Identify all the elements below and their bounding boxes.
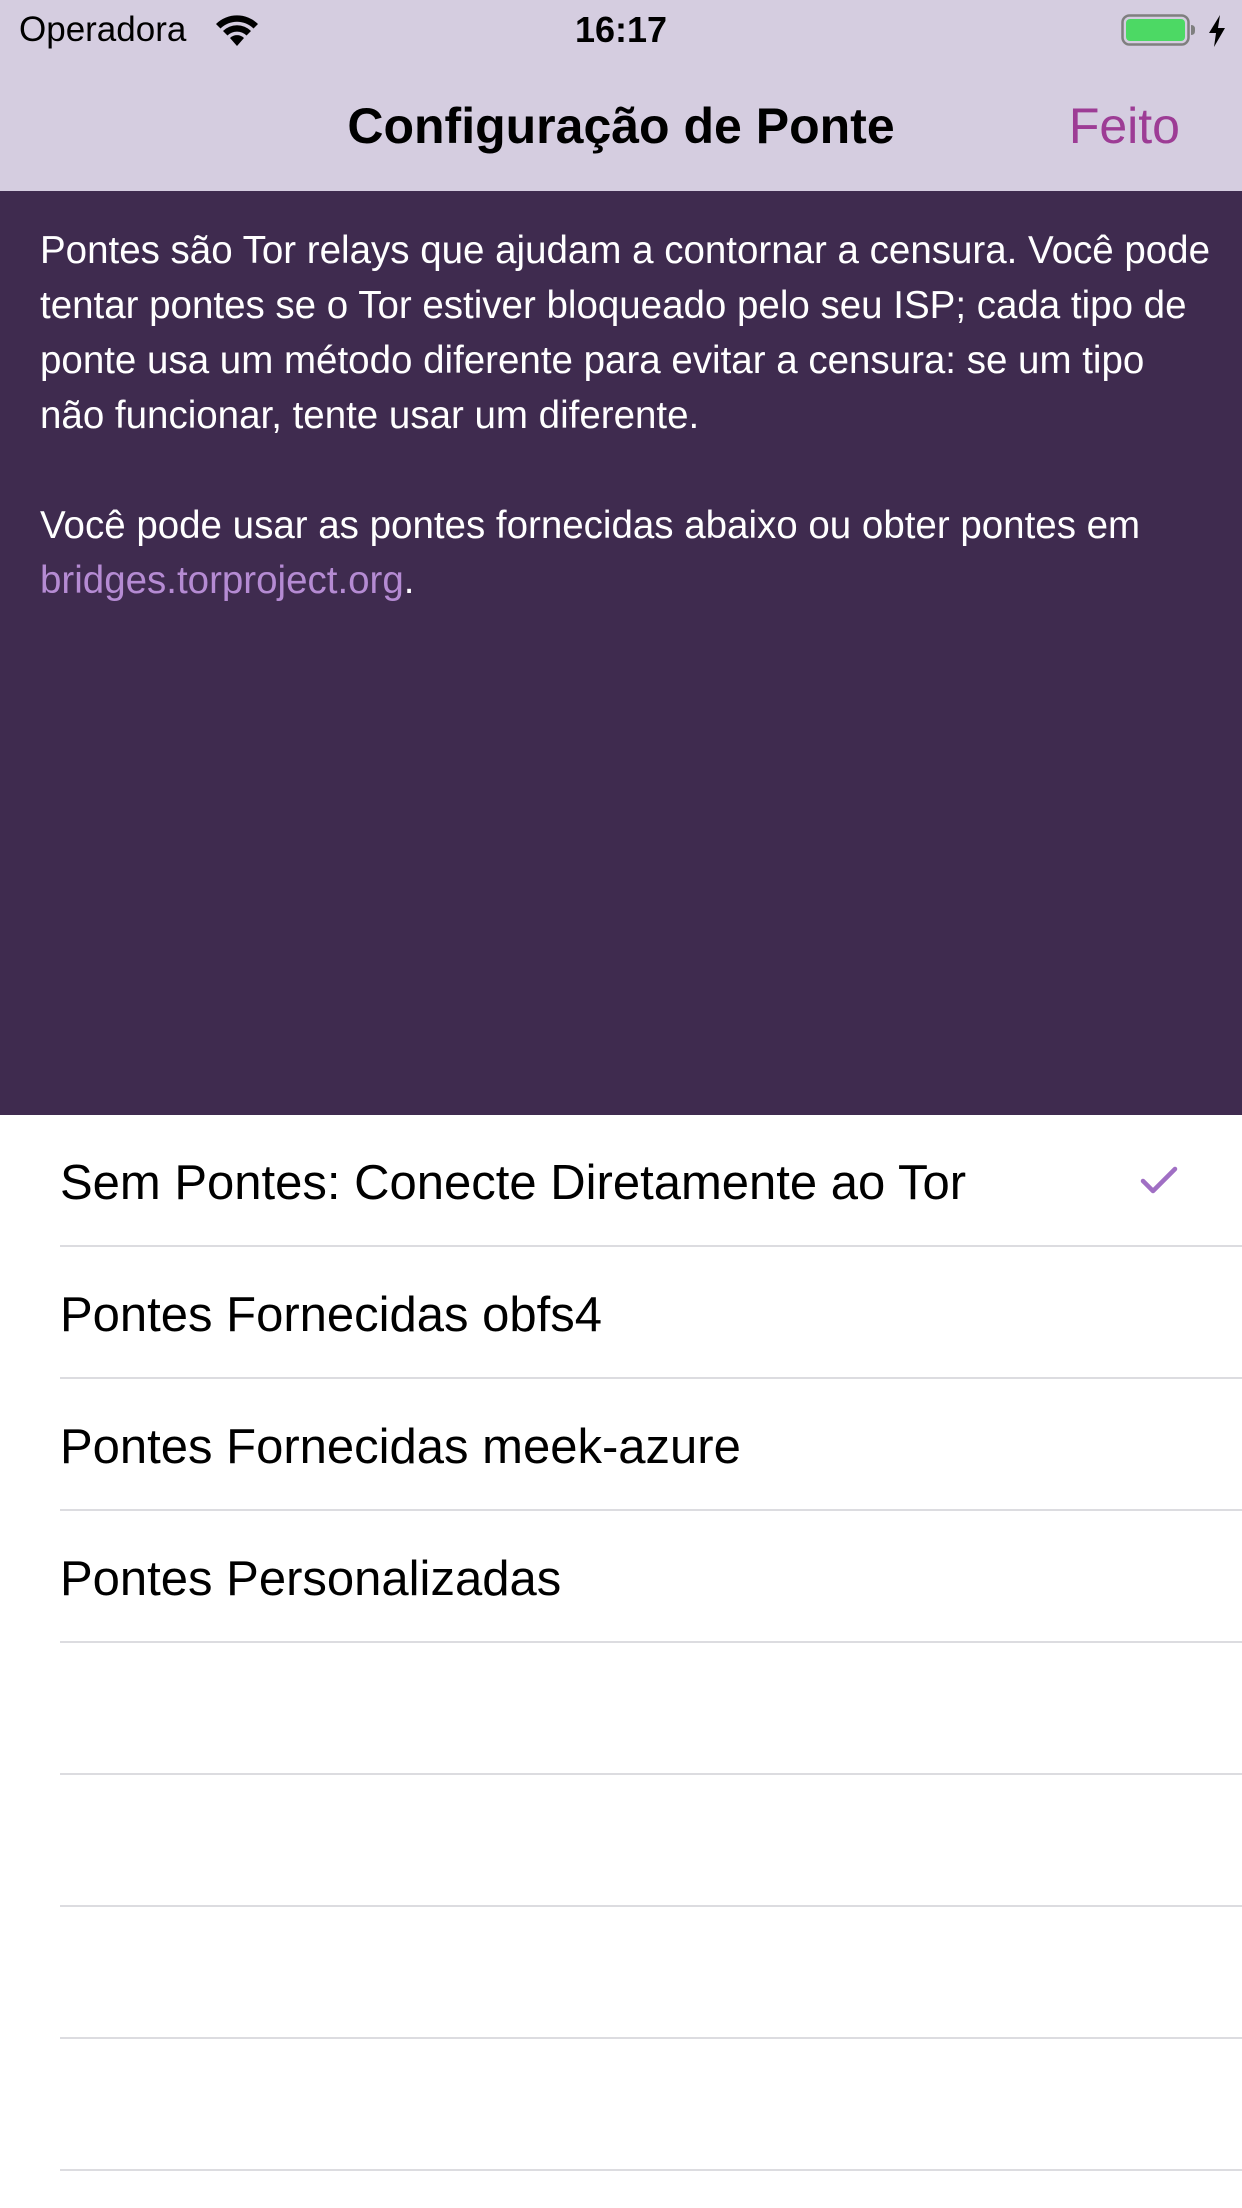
bridge-option-obfs4[interactable]: Pontes Fornecidas obfs4 [0, 1247, 1242, 1379]
done-button[interactable]: Feito [1069, 96, 1180, 156]
empty-row [0, 1907, 1242, 2039]
battery-icon [1121, 14, 1195, 46]
bridge-options-list: Sem Pontes: Conecte Diretamente ao Tor P… [0, 1115, 1242, 2171]
info-paragraph-suffix: . [403, 559, 415, 602]
status-bar: Operadora 16:17 [0, 0, 1242, 60]
bridge-option-no-bridges[interactable]: Sem Pontes: Conecte Diretamente ao Tor [0, 1115, 1242, 1247]
info-paragraph: Pontes são Tor relays que ajudam a conto… [40, 229, 1211, 437]
bridge-option-meek-azure[interactable]: Pontes Fornecidas meek-azure [0, 1379, 1242, 1511]
bridge-option-label: Pontes Fornecidas meek-azure [60, 1420, 741, 1474]
bridge-info-panel: Pontes são Tor relays que ajudam a conto… [0, 191, 1242, 1115]
page-title: Configuração de Ponte [347, 98, 895, 154]
checkmark-icon [1140, 1166, 1178, 1194]
torproject-link[interactable]: bridges.torproject.org [40, 559, 404, 602]
empty-row [0, 2039, 1242, 2171]
empty-row [0, 1643, 1242, 1775]
info-paragraph-prefix: Você pode usar as pontes fornecidas abai… [40, 504, 1141, 547]
bridge-option-label: Pontes Personalizadas [60, 1552, 562, 1606]
bridge-option-custom[interactable]: Pontes Personalizadas [0, 1511, 1242, 1643]
info-paragraph-links: Você pode usar as pontes fornecidas abai… [40, 498, 1210, 608]
charging-bolt-icon [1209, 15, 1225, 47]
bridge-info-text: Pontes são Tor relays que ajudam a conto… [40, 223, 1210, 608]
bridge-option-label: Sem Pontes: Conecte Diretamente ao Tor [60, 1156, 967, 1210]
status-time: 16:17 [574, 9, 668, 50]
bridge-option-label: Pontes Fornecidas obfs4 [60, 1288, 603, 1342]
navigation-bar: Configuração de Ponte Feito [0, 60, 1242, 191]
empty-row [0, 1775, 1242, 1907]
